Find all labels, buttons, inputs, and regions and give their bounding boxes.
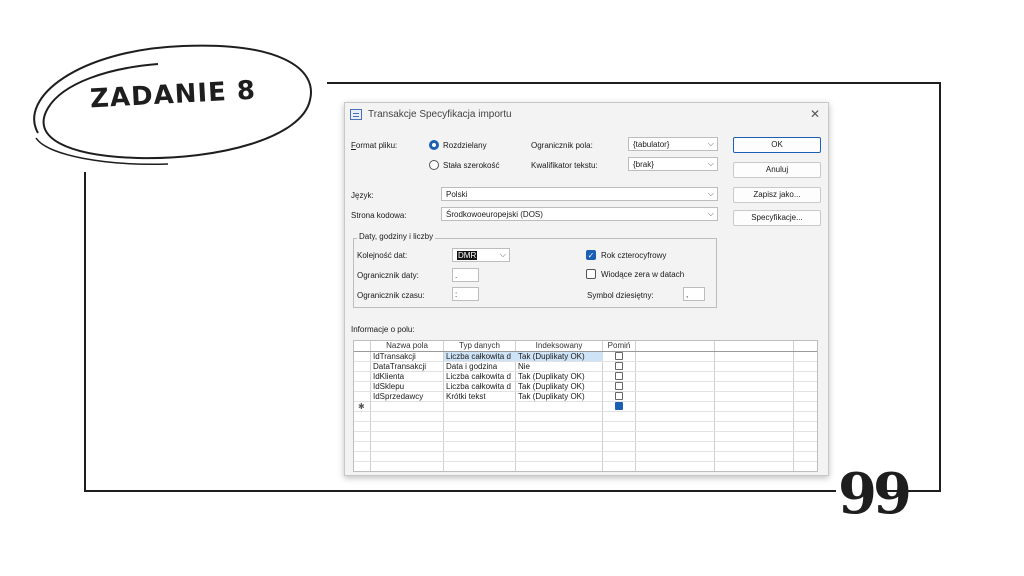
table-row-empty xyxy=(354,442,817,452)
table-row[interactable]: IdSprzedawcy Krótki tekst Tak (Duplikaty… xyxy=(354,392,817,402)
time-delim-input[interactable]: : xyxy=(452,287,479,301)
grid-header-cell: Typ danych xyxy=(459,341,500,350)
grid-cell-type[interactable]: Krótki tekst xyxy=(444,392,516,401)
cancel-button[interactable]: Anuluj xyxy=(733,162,821,178)
field-info-label: Informacje o polu: xyxy=(351,325,415,334)
skip-checkbox[interactable] xyxy=(615,392,623,400)
field-delimiter-label: Ogranicznik pola: xyxy=(531,141,593,150)
grid-cell-name[interactable]: IdKlienta xyxy=(371,372,443,381)
codepage-select[interactable]: Środkowoeuropejski (DOS) ⌵ xyxy=(441,207,718,221)
grid-cell-indexed[interactable]: Tak (Duplikaty OK) xyxy=(516,382,603,391)
four-digit-year-checkbox[interactable]: ✓ xyxy=(586,250,596,260)
text-qualifier-select[interactable]: {brak} ⌵ xyxy=(628,157,718,171)
time-delim-label: Ogranicznik czasu: xyxy=(357,291,425,300)
date-order-select[interactable]: DMR ⌵ xyxy=(452,248,510,262)
frame-right-line xyxy=(939,82,941,492)
grid-cell-name[interactable]: IdSklepu xyxy=(371,382,443,391)
save-as-button[interactable]: Zapisz jako... xyxy=(733,187,821,203)
skip-checkbox[interactable] xyxy=(615,372,623,380)
grid-header-cell: Pomiń xyxy=(607,341,631,350)
import-spec-dialog: Transakcje Specyfikacja importu ✕ Format… xyxy=(344,102,829,476)
grid-cell-type[interactable]: Data i godzina xyxy=(444,362,516,371)
codepage-label: Strona kodowa: xyxy=(351,211,407,220)
decimal-symbol-label: Symbol dziesiętny: xyxy=(587,291,654,300)
table-row-empty xyxy=(354,422,817,432)
close-icon[interactable]: ✕ xyxy=(810,107,820,121)
grid-cell-type[interactable]: Liczba całkowita d xyxy=(444,382,516,391)
table-row[interactable]: IdSklepu Liczba całkowita d Tak (Duplika… xyxy=(354,382,817,392)
grid-header-row: Nazwa pola Typ danych Indeksowany Pomiń xyxy=(354,341,817,352)
table-row[interactable]: IdTransakcji Liczba całkowita d Tak (Dup… xyxy=(354,352,817,362)
grid-cell-name[interactable]: DataTransakcji xyxy=(371,362,443,371)
grid-cell-indexed[interactable]: Tak (Duplikaty OK) xyxy=(516,372,603,381)
radio-fixed-width[interactable] xyxy=(429,160,439,170)
table-row[interactable]: IdKlienta Liczba całkowita d Tak (Duplik… xyxy=(354,372,817,382)
four-digit-year-label: Rok czterocyfrowy xyxy=(601,251,667,260)
ok-button[interactable]: OK xyxy=(733,137,821,153)
skip-checkbox[interactable] xyxy=(615,402,623,410)
grid-cell-indexed[interactable]: Tak (Duplikaty OK) xyxy=(516,352,603,361)
language-label: Język: xyxy=(351,191,374,200)
date-delim-label: Ogranicznik daty: xyxy=(357,271,419,280)
date-order-label: Kolejność dat: xyxy=(357,251,408,260)
table-row-empty xyxy=(354,432,817,442)
language-select[interactable]: Polski ⌵ xyxy=(441,187,718,201)
quote-mark-icon: 99 xyxy=(838,461,912,527)
leading-zeros-label: Wiodące zera w datach xyxy=(601,270,685,279)
specs-button[interactable]: Specyfikacje... xyxy=(733,210,821,226)
new-record-icon: ✱ xyxy=(358,402,365,411)
field-delimiter-select[interactable]: {tabulator} ⌵ xyxy=(628,137,718,151)
grid-cell-indexed[interactable]: Nie xyxy=(516,362,603,371)
chevron-down-icon: ⌵ xyxy=(707,159,714,168)
frame-bottom-line xyxy=(84,490,836,492)
grid-cell-name[interactable]: IdTransakcji xyxy=(371,352,443,361)
chevron-down-icon: ⌵ xyxy=(707,209,714,218)
skip-checkbox[interactable] xyxy=(615,352,623,360)
grid-cell-indexed[interactable]: Tak (Duplikaty OK) xyxy=(516,392,603,401)
table-row-empty xyxy=(354,452,817,462)
radio-delimited[interactable] xyxy=(429,140,439,150)
field-info-grid: Nazwa pola Typ danych Indeksowany Pomiń … xyxy=(353,340,818,472)
grid-cell-name[interactable]: IdSprzedawcy xyxy=(371,392,443,401)
grid-cell-type[interactable]: Liczba całkowita d xyxy=(444,372,516,381)
table-row-new[interactable]: ✱ xyxy=(354,402,817,412)
radio-delimited-label: Rozdzielany xyxy=(443,141,487,150)
table-icon xyxy=(350,109,362,120)
skip-checkbox[interactable] xyxy=(615,382,623,390)
leading-zeros-checkbox[interactable] xyxy=(586,269,596,279)
table-row[interactable]: DataTransakcji Data i godzina Nie xyxy=(354,362,817,372)
date-delim-input[interactable]: . xyxy=(452,268,479,282)
chevron-down-icon: ⌵ xyxy=(707,189,714,198)
dialog-titlebar: Transakcje Specyfikacja importu ✕ xyxy=(345,103,828,127)
decimal-symbol-input[interactable]: , xyxy=(683,287,705,301)
frame-top-line xyxy=(327,82,941,84)
dates-group-title: Daty, godziny i liczby xyxy=(357,232,436,241)
grid-header-cell: Nazwa pola xyxy=(386,341,428,350)
skip-checkbox[interactable] xyxy=(615,362,623,370)
table-row-empty xyxy=(354,412,817,422)
dialog-title: Transakcje Specyfikacja importu xyxy=(368,109,512,120)
grid-cell-type[interactable]: Liczba całkowita d xyxy=(444,352,516,361)
chevron-down-icon: ⌵ xyxy=(707,139,714,148)
grid-header-cell: Indeksowany xyxy=(535,341,583,350)
text-qualifier-label: Kwalifikator tekstu: xyxy=(531,161,598,170)
chevron-down-icon: ⌵ xyxy=(499,250,506,259)
radio-fixed-label: Stała szerokość xyxy=(443,161,500,170)
frame-left-line xyxy=(84,172,86,492)
format-label: Format pliku: xyxy=(351,141,398,150)
